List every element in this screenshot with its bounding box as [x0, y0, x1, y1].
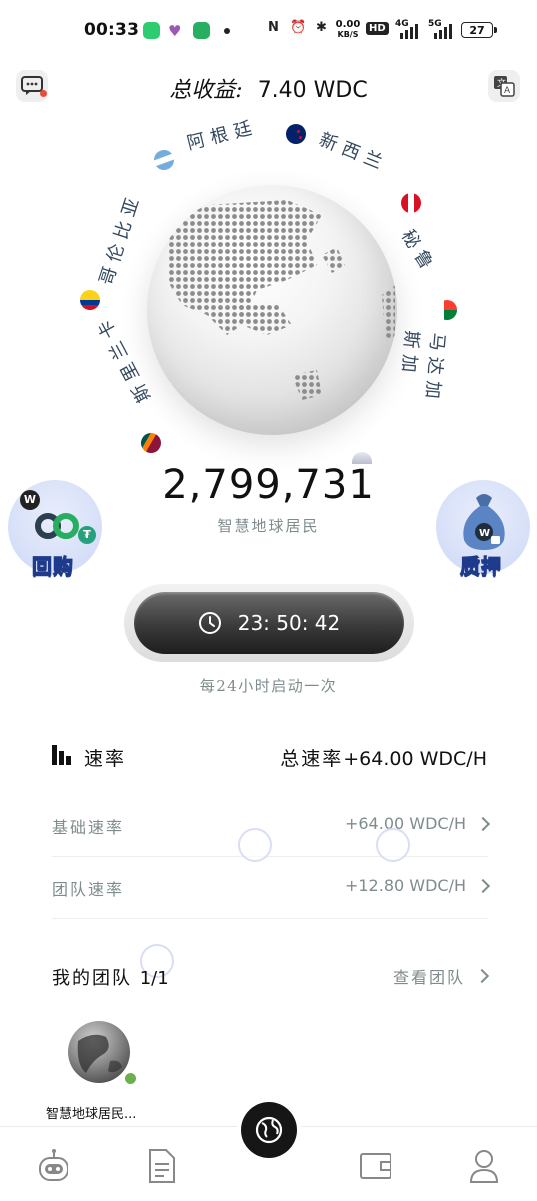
madagascar-flag-icon: [437, 300, 457, 320]
shield-app-icon: [193, 22, 210, 39]
total-earnings: 总收益: 7.40 WDC: [0, 72, 537, 104]
online-status-dot: [123, 1071, 138, 1086]
status-bar: 00:33 ♥ N ⏰ ✱ 0.00 KB/S HD 4G 5G 27: [0, 0, 537, 62]
team-count: 1/1: [139, 968, 169, 989]
notification-dot-icon: [224, 28, 230, 34]
nfc-icon: N: [268, 20, 279, 35]
alarm-icon: ⏰: [290, 20, 307, 35]
argentina-flag-icon: [151, 147, 177, 173]
team-member-name: 智慧地球居民...: [46, 1107, 137, 1122]
peru-flag-icon: [401, 193, 421, 213]
new-zealand-flag-icon: [286, 124, 306, 144]
country-label-colombia: 哥伦比亚: [95, 189, 146, 288]
wallet-icon[interactable]: [359, 1148, 391, 1184]
buyback-button[interactable]: W ₮ 回购: [8, 480, 102, 579]
sri-lanka-flag-icon: [141, 433, 161, 453]
message-app-icon: [143, 22, 160, 39]
translate-button[interactable]: 文 A: [488, 70, 520, 102]
document-icon[interactable]: [146, 1148, 178, 1184]
team-title-label: 我的团队: [52, 968, 132, 989]
pledge-button[interactable]: W 质押: [436, 480, 530, 579]
total-earnings-value: 7.40 WDC: [257, 78, 368, 103]
base-rate-label: 基础速率: [52, 818, 125, 837]
svg-text:W: W: [479, 528, 490, 539]
country-label-madagascar: 马达加斯加: [397, 329, 449, 406]
tether-coin-icon: ₮: [78, 526, 96, 544]
country-label-peru: 秘鲁: [396, 226, 441, 278]
rate-section-title: 速率: [84, 748, 127, 770]
globe-avatar-icon: [77, 1034, 122, 1073]
countdown-timer: 23: 50: 42: [237, 611, 341, 635]
battery-indicator: 27: [461, 22, 497, 38]
view-team-label: 查看团队: [392, 968, 465, 987]
translate-icon: 文 A: [494, 76, 515, 97]
chevron-right-icon: [475, 816, 491, 831]
network-speed-unit: KB/S: [337, 30, 359, 39]
total-rate-value: +64.00 WDC/H: [343, 748, 487, 770]
earth-globe[interactable]: [147, 185, 397, 435]
signal-5g-icon: [434, 24, 452, 39]
heart-app-icon: ♥: [168, 22, 182, 40]
wdc-coin-icon: W: [20, 490, 40, 510]
profile-icon[interactable]: [468, 1148, 500, 1184]
robot-icon[interactable]: [36, 1148, 68, 1184]
total-rate-label: 总速率: [280, 748, 344, 770]
floating-bubble[interactable]: [238, 828, 272, 862]
signal-4g-icon: [400, 24, 418, 39]
team-rate-value: +12.80 WDC/H: [344, 876, 466, 895]
start-mining-button[interactable]: 23: 50: 42: [134, 592, 404, 654]
svg-text:A: A: [504, 86, 511, 96]
network-speed: 0.00 KB/S: [334, 20, 362, 40]
floating-bubble[interactable]: [376, 828, 410, 862]
buyback-label: 回购: [32, 554, 74, 579]
base-rate-value: +64.00 WDC/H: [344, 814, 466, 833]
globe-icon: [255, 1116, 283, 1144]
base-rate-value-group: +64.00 WDC/H: [344, 814, 491, 833]
hd-badge: HD: [366, 22, 389, 35]
bluetooth-icon: ✱: [316, 20, 327, 35]
total-rate: 总速率+64.00 WDC/H: [280, 744, 487, 771]
chevron-right-icon: [474, 968, 490, 984]
timer-note: 每24小时启动一次: [199, 677, 338, 695]
money-bag-icon: W: [463, 494, 505, 550]
dotted-continents-graphic: [167, 200, 395, 400]
home-globe-button[interactable]: [241, 1102, 297, 1158]
view-team-link[interactable]: 查看团队: [392, 964, 490, 988]
network-speed-value: 0.00: [335, 19, 361, 30]
clock-icon: [198, 612, 221, 634]
country-label-sri-lanka: 斯里兰卡: [91, 310, 156, 406]
chevron-right-icon: [475, 878, 491, 893]
total-earnings-label: 总收益:: [169, 78, 243, 103]
exchange-loop-icon: [35, 513, 79, 539]
bar-chart-icon: [52, 745, 71, 765]
status-time: 00:33: [84, 20, 140, 40]
avatar[interactable]: [68, 1021, 130, 1083]
colombia-flag-icon: [80, 290, 100, 310]
country-label-new-zealand: 新西兰: [316, 129, 391, 176]
team-rate-row[interactable]: 团队速率 +12.80 WDC/H: [52, 856, 491, 919]
team-rate-value-group: +12.80 WDC/H: [344, 876, 491, 895]
team-rate-label: 团队速率: [52, 880, 125, 899]
pledge-label: 质押: [460, 554, 502, 579]
team-section-title: 我的团队 1/1: [52, 964, 169, 990]
country-label-argentina: 阿根廷: [184, 116, 260, 155]
